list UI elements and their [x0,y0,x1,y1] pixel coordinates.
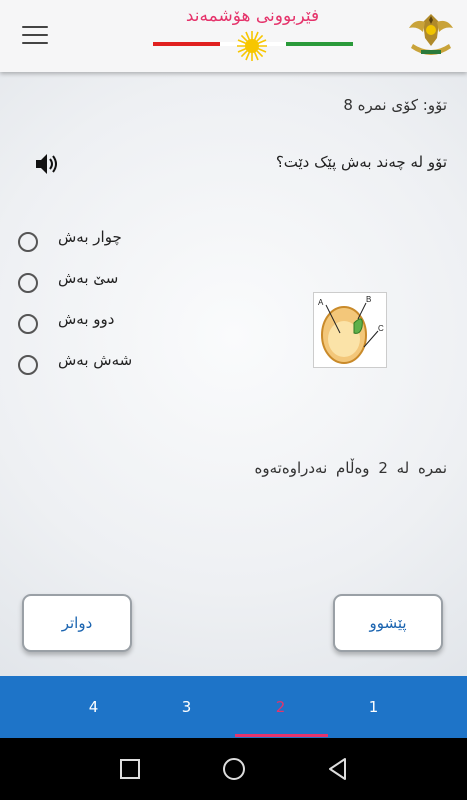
radio-button[interactable] [18,355,38,375]
system-navigation-bar [0,738,467,800]
option-label: چوار بەش [58,228,122,246]
speaker-icon[interactable] [33,150,61,178]
diagram-label-a: A [318,298,324,307]
seed-diagram-image: A B C [313,292,387,368]
score-status: نمرە لە 2 وەڵام نەدراوەتەوە [254,459,447,477]
question-tab-bar: 4 3 2 1 [0,676,467,738]
answer-option-1[interactable]: چوار بەش [18,228,188,256]
tab-question-1[interactable]: 1 [327,676,420,738]
answer-option-4[interactable]: شەش بەش [18,351,188,379]
hamburger-menu-icon[interactable] [22,26,48,46]
app-header: فێربوونی هۆشمەند [0,0,467,72]
option-label: شەش بەش [58,351,133,369]
recent-apps-icon[interactable] [117,756,143,782]
answer-option-2[interactable]: سێ بەش [18,269,188,297]
diagram-label-c: C [378,324,384,333]
radio-button[interactable] [18,273,38,293]
answer-option-3[interactable]: دوو بەش [18,310,188,338]
option-label: دوو بەش [58,310,115,328]
kurdistan-emblem-icon [409,14,453,55]
back-icon[interactable] [325,756,351,782]
tab-question-4[interactable]: 4 [47,676,140,738]
active-tab-indicator [235,734,328,737]
option-label: سێ بەش [58,269,119,287]
tab-question-3[interactable]: 3 [140,676,233,738]
lesson-title: تۆو: کۆی نمرە 8 [343,96,447,114]
diagram-label-b: B [366,295,371,304]
sun-icon [237,31,267,61]
radio-button[interactable] [18,314,38,334]
radio-button[interactable] [18,232,38,252]
question-text: تۆو لە چەند بەش پێک دێت؟ [275,153,447,171]
next-button[interactable]: دواتر [22,594,132,652]
previous-button[interactable]: پێشوو [333,594,443,652]
app-title: فێربوونی هۆشمەند [185,6,320,26]
tab-question-2[interactable]: 2 [234,676,327,738]
home-icon[interactable] [221,756,247,782]
